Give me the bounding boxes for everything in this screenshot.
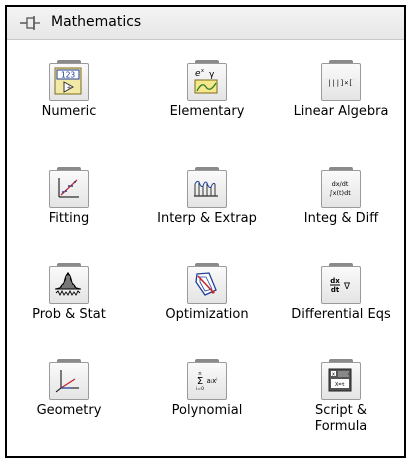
svg-text:γ: γ	[209, 70, 215, 80]
linear-algebra-subpalette[interactable]: [|||]×[] Linear Algebra	[279, 60, 403, 120]
svg-text:+: +	[67, 85, 72, 92]
optimization-subpalette[interactable]: Optimization	[145, 263, 269, 323]
interp-extrap-subpalette[interactable]: Interp & Extrap	[145, 167, 269, 227]
script-formula-subpalette[interactable]: x X=t Script & Formula	[279, 359, 403, 435]
svg-text:dt: dt	[331, 286, 340, 294]
differential-eqs-label: Differential Eqs	[291, 307, 391, 322]
optimization-icon	[195, 272, 217, 296]
elementary-subpalette[interactable]: e x γ Elementary	[145, 60, 269, 120]
script-formula-label: Script & Formula	[314, 403, 368, 434]
optimization-label: Optimization	[165, 307, 249, 322]
numeric-icon: 123 +	[54, 67, 82, 95]
svg-text:∫x(t)dt: ∫x(t)dt	[329, 189, 351, 197]
svg-text:x: x	[201, 68, 204, 74]
svg-text:Σ: Σ	[197, 376, 203, 387]
polynomial-subpalette[interactable]: n Σ i=0 aᵢxⁱ Polynomial	[145, 359, 269, 419]
palette-title: Mathematics	[51, 14, 142, 30]
fitting-subpalette[interactable]: Fitting	[7, 167, 131, 227]
script-formula-icon: x X=t	[328, 368, 352, 392]
polynomial-icon: n Σ i=0 aᵢxⁱ	[196, 371, 218, 392]
svg-text:dx/dt: dx/dt	[332, 180, 349, 188]
linear-algebra-icon: [|||]×[]	[326, 79, 354, 87]
linear-algebra-label: Linear Algebra	[293, 104, 389, 119]
fitting-label: Fitting	[48, 211, 90, 226]
pin-icon[interactable]	[19, 13, 41, 33]
elementary-label: Elementary	[169, 104, 245, 119]
svg-text:[|||]×[]: [|||]×[]	[326, 79, 354, 87]
geometry-label: Geometry	[36, 403, 102, 418]
svg-text:∇: ∇	[343, 282, 351, 292]
palette-title-bar: Mathematics	[7, 7, 404, 40]
numeric-label: Numeric	[41, 104, 97, 119]
numeric-subpalette[interactable]: 123 + Numeric	[7, 60, 131, 120]
differential-eqs-icon: dx dt ∇	[330, 277, 351, 294]
geometry-icon	[55, 370, 79, 393]
prob-stat-subpalette[interactable]: Prob & Stat	[7, 263, 131, 323]
svg-text:i=0: i=0	[196, 386, 204, 392]
differential-eqs-subpalette[interactable]: dx dt ∇ Differential Eqs	[279, 263, 403, 323]
prob-stat-icon	[55, 271, 81, 297]
svg-text:X=t: X=t	[335, 382, 345, 388]
svg-text:dx: dx	[330, 277, 340, 285]
integ-diff-subpalette[interactable]: dx/dt ∫x(t)dt Integ & Diff	[279, 167, 403, 227]
svg-text:123: 123	[61, 71, 76, 80]
prob-stat-label: Prob & Stat	[32, 307, 106, 322]
interp-extrap-icon	[194, 180, 218, 197]
mathematics-palette: Mathematics 123 + Numeric e x γ Elementa…	[5, 5, 406, 458]
integ-diff-label: Integ & Diff	[303, 211, 379, 226]
integ-diff-icon: dx/dt ∫x(t)dt	[329, 180, 351, 197]
polynomial-label: Polynomial	[171, 403, 243, 418]
elementary-icon: e x γ	[194, 68, 218, 94]
fitting-icon	[58, 178, 79, 198]
svg-text:aᵢxⁱ: aᵢxⁱ	[207, 377, 218, 385]
geometry-subpalette[interactable]: Geometry	[7, 359, 131, 419]
interp-extrap-label: Interp & Extrap	[157, 211, 257, 226]
svg-text:x: x	[332, 371, 335, 377]
